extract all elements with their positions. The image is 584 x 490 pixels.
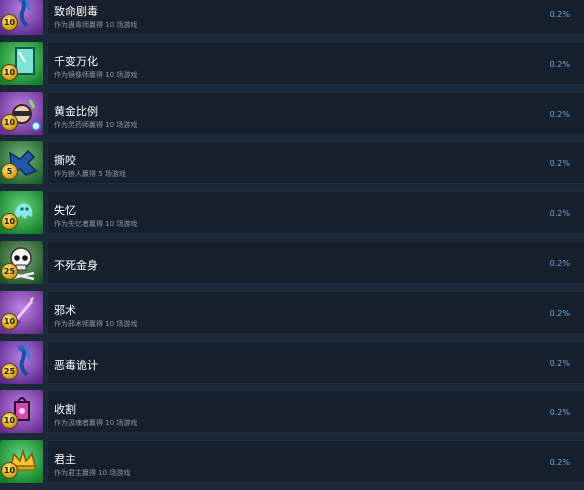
- achievement-description: 作为蛊毒师赢得 10 场游戏: [54, 21, 138, 29]
- achievement-row-1[interactable]: 10 致命剧毒 作为蛊毒师赢得 10 场游戏 0.2%: [0, 0, 584, 42]
- unlock-percentage: 0.2%: [549, 408, 570, 418]
- achievement-row-6[interactable]: 25 不死金身 0.2%: [0, 240, 584, 291]
- achievement-row-3[interactable]: 10 黄金比例 作为灵药师赢得 10 场游戏 0.2%: [0, 91, 584, 142]
- ghost-icon: 10: [0, 191, 43, 235]
- skull-icon: 25: [0, 240, 43, 284]
- unlock-percentage: 0.2%: [549, 109, 570, 119]
- achievement-row-8[interactable]: 25 恶毒诡计 0.2%: [0, 340, 584, 391]
- werewolf-icon: 5: [0, 141, 43, 185]
- achievement-row-4[interactable]: 5 撕咬 作为狼人赢得 5 场游戏 0.2%: [0, 141, 584, 191]
- achievement-title: 不死金身: [54, 258, 98, 272]
- poison-hydra-icon: 25: [0, 340, 43, 384]
- mirror-icon: 10: [0, 41, 43, 85]
- achievement-title: 收割: [54, 403, 76, 417]
- achievement-panel: 撕咬 作为狼人赢得 5 场游戏 0.2%: [47, 141, 584, 185]
- achievement-description: 作为君主赢得 10 场游戏: [54, 469, 131, 478]
- unlock-percentage: 0.2%: [549, 59, 570, 69]
- crown-icon: 10: [0, 440, 43, 484]
- unlock-percentage: 0.2%: [549, 258, 570, 268]
- achievement-panel: 黄金比例 作为灵药师赢得 10 场游戏 0.2%: [47, 91, 584, 135]
- achievement-description: 作为镜像师赢得 10 场游戏: [54, 70, 138, 79]
- alchemist-icon: 10: [0, 91, 43, 135]
- achievement-panel: 恶毒诡计 0.2%: [47, 340, 584, 384]
- achievement-row-7[interactable]: 10 邪术 作为邪术师赢得 10 场游戏 0.2%: [0, 290, 584, 341]
- count-badge: 25: [1, 262, 18, 280]
- achievement-title: 千变万化: [54, 54, 98, 68]
- achievement-title: 邪术: [54, 303, 76, 317]
- achievement-title: 失忆: [54, 204, 76, 218]
- achievement-row-5[interactable]: 10 失忆 作为失忆者赢得 10 场游戏 0.2%: [0, 191, 584, 241]
- unlock-percentage: 0.2%: [549, 358, 570, 368]
- achievement-row-9[interactable]: 10 收割 作为汲魂者赢得 10 场游戏 0.2%: [0, 390, 584, 440]
- achievement-panel: 收割 作为汲魂者赢得 10 场游戏 0.2%: [47, 390, 584, 434]
- achievement-description: 作为邪术师赢得 10 场游戏: [54, 319, 138, 328]
- achievement-panel: 君主 作为君主赢得 10 场游戏 0.2%: [47, 440, 584, 484]
- achievement-title: 撕咬: [54, 154, 76, 168]
- count-badge: 10: [1, 14, 18, 31]
- dagger-icon: 10: [0, 290, 43, 334]
- achievement-description: 作为灵药师赢得 10 场游戏: [54, 120, 138, 129]
- achievement-panel: 致命剧毒 作为蛊毒师赢得 10 场游戏 0.2%: [47, 0, 584, 35]
- count-badge: 10: [1, 113, 18, 131]
- lantern-icon: 10: [0, 390, 43, 434]
- count-badge: 10: [1, 63, 18, 81]
- count-badge: 25: [1, 362, 18, 380]
- achievement-row-10[interactable]: 10 君主 作为君主赢得 10 场游戏 0.2%: [0, 440, 584, 490]
- achievement-panel: 邪术 作为邪术师赢得 10 场游戏 0.2%: [47, 290, 584, 334]
- achievement-title: 黄金比例: [54, 104, 98, 118]
- achievement-description: 作为狼人赢得 5 场游戏: [54, 170, 126, 179]
- achievement-panel: 失忆 作为失忆者赢得 10 场游戏 0.2%: [47, 191, 584, 235]
- achievement-list: 10 致命剧毒 作为蛊毒师赢得 10 场游戏 0.2% 10 千变万化 作为镜像…: [0, 0, 584, 490]
- unlock-percentage: 0.2%: [549, 209, 570, 219]
- achievement-panel: 不死金身 0.2%: [47, 240, 584, 284]
- unlock-percentage: 0.2%: [549, 159, 570, 169]
- achievement-title: 致命剧毒: [54, 5, 98, 18]
- unlock-percentage: 0.2%: [549, 458, 570, 468]
- achievement-row-2[interactable]: 10 千变万化 作为镜像师赢得 10 场游戏 0.2%: [0, 41, 584, 92]
- achievement-description: 作为汲魂者赢得 10 场游戏: [54, 419, 138, 428]
- achievement-title: 君主: [54, 453, 76, 467]
- unlock-percentage: 0.2%: [549, 10, 570, 19]
- count-badge: 10: [1, 312, 18, 330]
- achievement-description: 作为失忆者赢得 10 场游戏: [54, 220, 138, 229]
- poison-hydra-icon: 10: [0, 0, 43, 35]
- achievement-title: 恶毒诡计: [54, 358, 98, 372]
- achievement-panel: 千变万化 作为镜像师赢得 10 场游戏 0.2%: [47, 41, 584, 85]
- unlock-percentage: 0.2%: [549, 308, 570, 318]
